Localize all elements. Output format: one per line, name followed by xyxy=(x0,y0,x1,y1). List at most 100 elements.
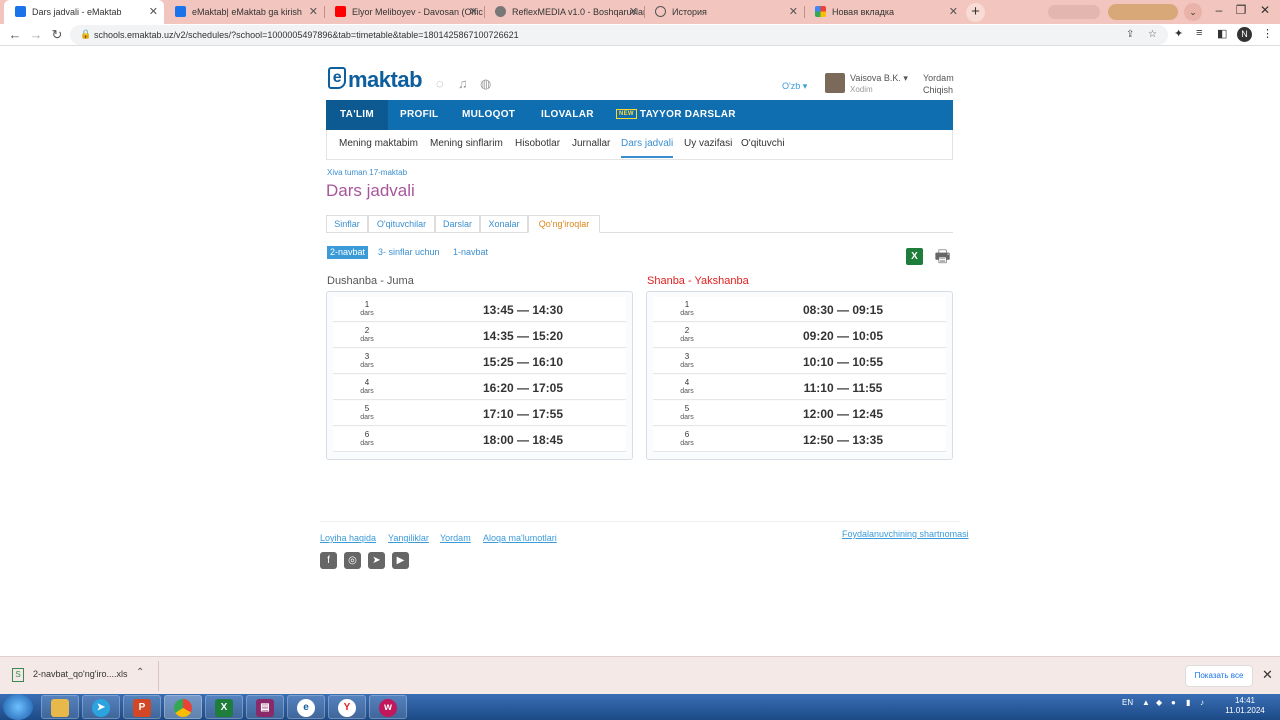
telegram-icon[interactable]: ➤ xyxy=(368,552,385,569)
close-tab-icon[interactable]: ✕ xyxy=(309,0,318,24)
minimize-window-icon[interactable]: – xyxy=(1208,0,1230,20)
footer-link-yangiliklar[interactable]: Yangiliklar xyxy=(388,533,429,543)
chat-icon[interactable]: ◌ xyxy=(436,76,444,91)
network-icon[interactable]: ▮ xyxy=(1186,698,1190,707)
lesson-number: 3 xyxy=(684,352,690,361)
tray-app-icon[interactable]: ● xyxy=(1171,698,1176,707)
lesson-row: 6 dars 18:00 — 18:45 xyxy=(333,427,626,452)
shift-3-sinflar[interactable]: 3- sinflar uchun xyxy=(378,246,440,259)
taskbar-winrar[interactable]: ▤ xyxy=(246,695,284,719)
input-language[interactable]: EN xyxy=(1122,698,1133,707)
browser-tab-new-tab[interactable]: Новая вкладка ✕ xyxy=(804,0,964,24)
emaktab-favicon-icon xyxy=(15,6,26,17)
subnav-mening-sinflarim[interactable]: Mening sinflarim xyxy=(430,130,503,158)
nav-tayyor-darslar[interactable]: NEW TAYYOR DARSLAR xyxy=(616,100,736,130)
taskbar-excel[interactable]: X xyxy=(205,695,243,719)
maximize-window-icon[interactable]: ❐ xyxy=(1230,0,1252,20)
volume-icon[interactable]: ♪ xyxy=(1200,698,1204,707)
lesson-label: dars xyxy=(680,414,694,421)
chevron-up-icon[interactable]: ⌃ xyxy=(136,667,144,678)
tab-search-chevron-icon[interactable]: ⌄ xyxy=(1184,3,1202,21)
logout-link[interactable]: Chiqish xyxy=(923,85,953,95)
show-all-downloads-button[interactable]: Показать все xyxy=(1185,665,1253,687)
close-window-icon[interactable]: ✕ xyxy=(1254,0,1276,20)
close-tab-icon[interactable]: ✕ xyxy=(629,0,638,24)
folder-icon xyxy=(51,699,69,717)
bell-icon[interactable]: ♫ xyxy=(458,76,468,91)
subnav-jurnallar[interactable]: Jurnallar xyxy=(572,130,610,158)
taskbar-chrome[interactable] xyxy=(164,695,202,719)
close-tab-icon[interactable]: ✕ xyxy=(789,0,798,24)
browser-tab-dars-jadvali[interactable]: Dars jadvali - eMaktab ✕ xyxy=(4,0,164,24)
taskbar-telegram[interactable]: ➤ xyxy=(82,695,120,719)
excel-export-icon[interactable]: X xyxy=(906,248,923,265)
lock-icon[interactable]: 🔒 xyxy=(80,29,91,40)
footer-link-terms[interactable]: Foydalanuvchining shartnomasi xyxy=(842,529,969,539)
user-avatar[interactable] xyxy=(825,73,845,93)
browser-tab-emaktab-login[interactable]: eMaktab| eMaktab ga kirish ✕ xyxy=(164,0,324,24)
browser-tab-reflexmedia[interactable]: ReflexMEDIA v1.0 - Boshqaruvlar ✕ xyxy=(484,0,644,24)
logo-e-icon: e xyxy=(328,67,346,89)
tray-app-icon[interactable]: ◆ xyxy=(1156,698,1162,707)
globe-icon[interactable]: ◍ xyxy=(480,76,491,92)
taskbar-app-w[interactable]: w xyxy=(369,695,407,719)
bookmark-star-icon[interactable]: ☆ xyxy=(1148,25,1157,45)
close-tab-icon[interactable]: ✕ xyxy=(149,0,158,24)
shift-1-navbat[interactable]: 1-navbat xyxy=(453,246,488,259)
forward-arrow-icon[interactable]: → xyxy=(27,26,45,44)
taskbar-yandex[interactable]: Y xyxy=(328,695,366,719)
address-bar[interactable]: 🔒 schools.emaktab.uz/v2/schedules/?schoo… xyxy=(70,25,1168,45)
browser-tab-history[interactable]: История ✕ xyxy=(644,0,804,24)
language-selector[interactable]: O'zb ▾ xyxy=(782,81,807,92)
youtube-icon[interactable]: ▶ xyxy=(392,552,409,569)
printer-icon[interactable]: 🖶 xyxy=(932,246,953,267)
url-text[interactable]: schools.emaktab.uz/v2/schedules/?school=… xyxy=(94,25,519,45)
breadcrumb[interactable]: Xiva tuman 17-maktab xyxy=(327,168,407,177)
taskbar-explorer[interactable] xyxy=(41,695,79,719)
back-arrow-icon[interactable]: ← xyxy=(6,26,24,44)
tray-overflow-icon[interactable]: ▲ xyxy=(1142,698,1150,707)
footer-link-yordam[interactable]: Yordam xyxy=(440,533,471,543)
nav-profil[interactable]: PROFIL xyxy=(400,100,438,130)
close-tab-icon[interactable]: ✕ xyxy=(949,0,958,24)
help-link[interactable]: Yordam xyxy=(923,73,954,83)
profile-avatar[interactable]: N xyxy=(1237,27,1252,42)
start-button[interactable] xyxy=(3,694,33,720)
browser-menu-icon[interactable]: ⋮ xyxy=(1262,27,1273,40)
subnav-mening-maktabim[interactable]: Mening maktabim xyxy=(339,130,418,158)
subnav-dars-jadvali[interactable]: Dars jadvali xyxy=(621,130,674,158)
taskbar-powerpoint[interactable]: P xyxy=(123,695,161,719)
subnav-oqituvchi[interactable]: O'qituvchi xyxy=(741,130,785,158)
share-icon[interactable]: ⇪ xyxy=(1126,25,1134,45)
user-name-dropdown[interactable]: Vaisova B.K. ▾ xyxy=(850,73,908,84)
nav-ilovalar[interactable]: ILOVALAR xyxy=(541,100,594,130)
tab-xonalar[interactable]: Xonalar xyxy=(480,215,528,233)
extensions-puzzle-icon[interactable]: ✦ xyxy=(1174,27,1183,40)
tab-qongiroqlar[interactable]: Qo'ng'iroqlar xyxy=(528,215,600,233)
browser-tab-youtube[interactable]: Elyor Meliboyev - Davosan (Offic ✕ xyxy=(324,0,484,24)
logo-text: maktab xyxy=(348,67,423,92)
shift-2-navbat[interactable]: 2-navbat xyxy=(327,246,369,259)
nav-talim[interactable]: TA'LIM xyxy=(326,100,388,130)
subnav-hisobotlar[interactable]: Hisobotlar xyxy=(515,130,560,158)
taskbar-clock[interactable]: 14:41 11.01.2024 xyxy=(1222,696,1268,716)
close-tab-icon[interactable]: ✕ xyxy=(469,0,478,24)
close-download-bar-icon[interactable]: ✕ xyxy=(1262,667,1273,683)
footer-link-aloqa[interactable]: Aloqa ma'lumotlari xyxy=(483,533,557,543)
download-file-name[interactable]: 2-navbat_qo'ng'iro....xls xyxy=(33,669,128,679)
nav-muloqot[interactable]: MULOQOT xyxy=(462,100,515,130)
tab-darslar[interactable]: Darslar xyxy=(435,215,480,233)
tab-sinflar[interactable]: Sinflar xyxy=(326,215,368,233)
emaktab-logo[interactable]: e maktab xyxy=(328,67,423,92)
reading-list-icon[interactable]: ≡ xyxy=(1196,27,1202,39)
facebook-icon[interactable]: f xyxy=(320,552,337,569)
tab-oqituvchilar[interactable]: O'qituvchilar xyxy=(368,215,435,233)
instagram-icon[interactable]: ◎ xyxy=(344,552,361,569)
footer-link-loyiha[interactable]: Loyiha haqida xyxy=(320,533,376,543)
side-panel-icon[interactable]: ◧ xyxy=(1217,27,1227,40)
taskbar-emaktab[interactable]: e xyxy=(287,695,325,719)
subnav-uy-vazifasi[interactable]: Uy vazifasi xyxy=(684,130,732,158)
reload-icon[interactable]: ↻ xyxy=(48,26,66,44)
new-tab-button[interactable]: + xyxy=(966,3,985,22)
new-badge: NEW xyxy=(616,109,637,119)
